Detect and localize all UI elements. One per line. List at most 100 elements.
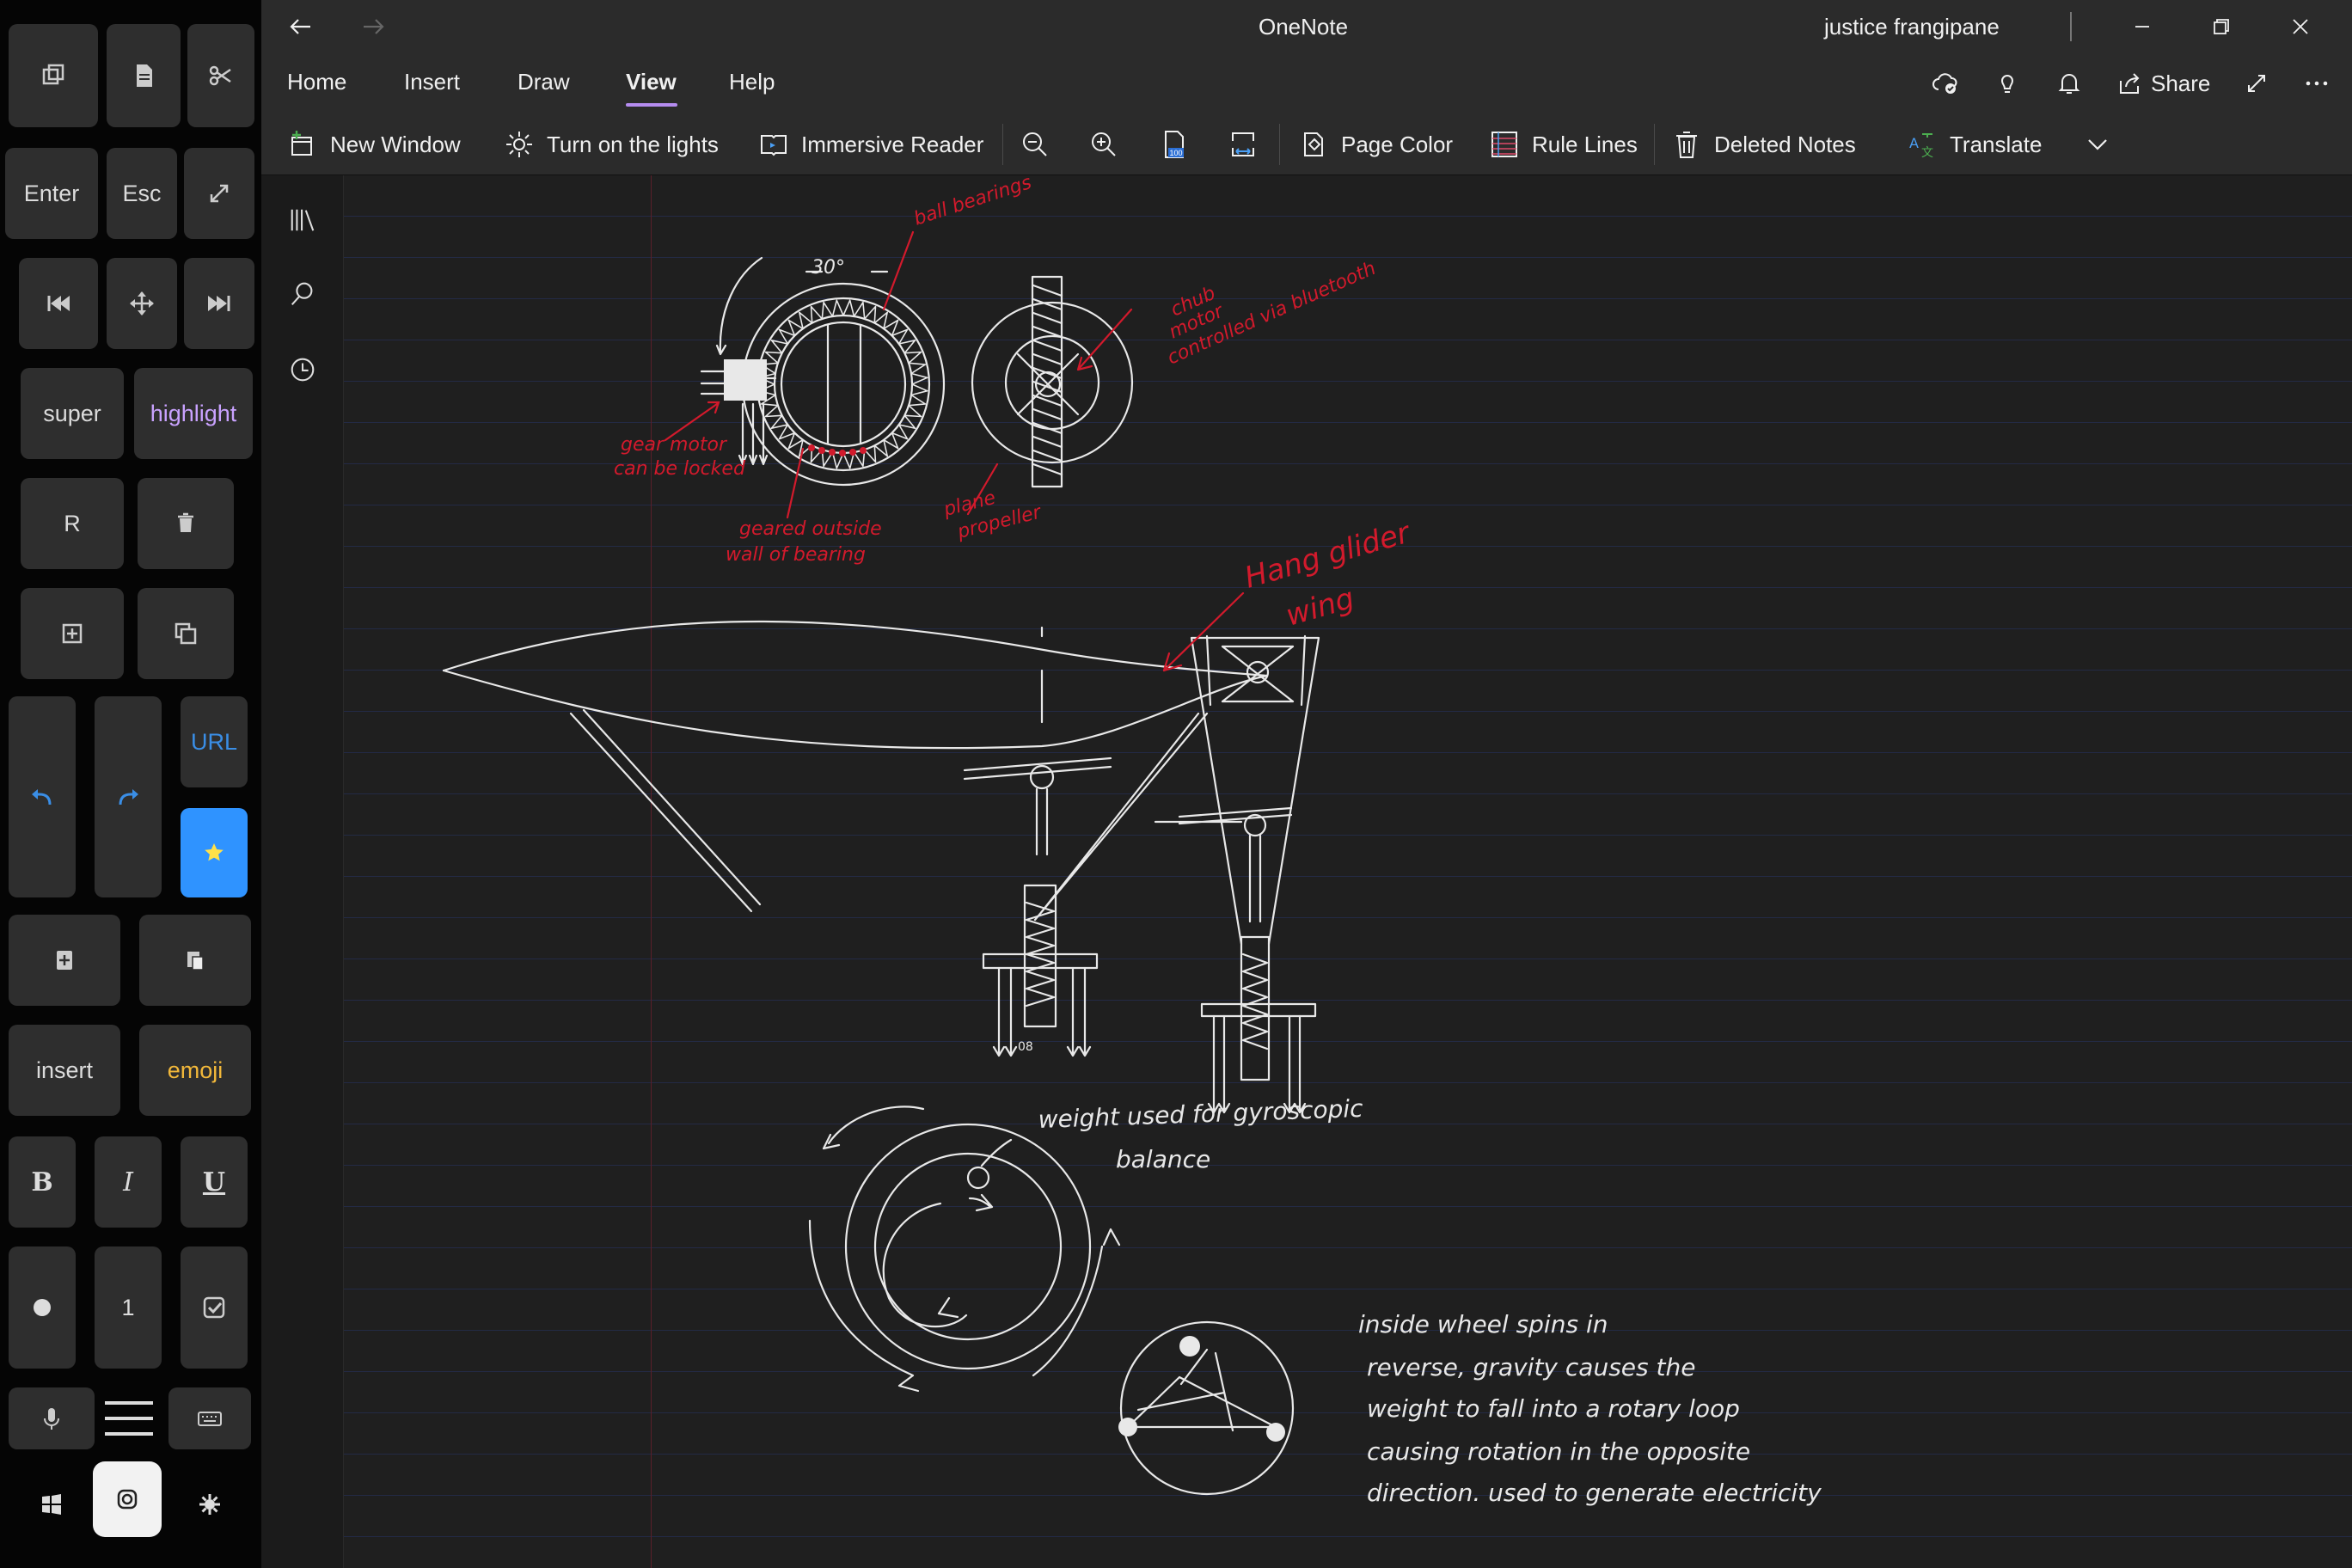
add-box-key[interactable] xyxy=(21,588,124,679)
paste-key[interactable] xyxy=(139,915,251,1006)
undo-icon xyxy=(32,789,52,805)
italic-key[interactable]: I xyxy=(95,1136,162,1228)
star-key[interactable] xyxy=(181,808,248,897)
user-name[interactable]: justice frangipane xyxy=(1824,14,2000,40)
document-icon xyxy=(137,64,152,87)
back-button[interactable] xyxy=(284,10,318,43)
camera-key[interactable] xyxy=(93,1461,162,1537)
settings-key[interactable] xyxy=(175,1470,244,1539)
gear-icon xyxy=(199,1494,220,1515)
zoom-100-button[interactable]: 100 xyxy=(1159,113,1190,175)
numbered-key[interactable]: 1 xyxy=(95,1246,162,1369)
prev-track-key[interactable] xyxy=(19,258,98,349)
microphone-icon xyxy=(44,1408,59,1430)
title-bar: OneNote justice frangipane xyxy=(261,0,2352,53)
underline-key[interactable]: U xyxy=(181,1136,248,1228)
view-ribbon: New Window Turn on the lights Immersive … xyxy=(261,113,2352,175)
library-icon xyxy=(291,209,315,231)
cloud-sync-icon xyxy=(1932,73,1957,94)
rule-lines-icon xyxy=(1491,132,1517,157)
share-icon xyxy=(2120,73,2140,94)
esc-key[interactable]: Esc xyxy=(107,148,177,239)
page-width-button[interactable] xyxy=(1228,113,1259,175)
hamburger-icon xyxy=(105,1401,153,1436)
restore-button[interactable] xyxy=(2204,10,2239,43)
trash-icon xyxy=(178,512,193,532)
tab-home[interactable]: Home xyxy=(287,69,346,95)
trash-can-icon xyxy=(1676,132,1697,158)
highlight-key[interactable]: highlight xyxy=(134,368,253,459)
tips-button[interactable] xyxy=(1989,65,2025,101)
page-color-label: Page Color xyxy=(1341,131,1454,157)
tab-view[interactable]: View xyxy=(626,69,677,95)
tab-help[interactable]: Help xyxy=(729,69,775,95)
sync-status-button[interactable] xyxy=(1927,65,1963,101)
note-canvas[interactable] xyxy=(344,175,2352,1568)
insert-key[interactable]: insert xyxy=(9,1025,120,1116)
window-icon-key[interactable] xyxy=(9,24,98,127)
fullscreen-button[interactable] xyxy=(2239,65,2275,101)
url-key[interactable]: URL xyxy=(181,696,248,787)
enter-key[interactable]: Enter xyxy=(5,148,98,239)
windows-key[interactable] xyxy=(17,1470,86,1539)
forward-button[interactable] xyxy=(356,10,390,43)
arrow-right-icon xyxy=(364,19,384,34)
immersive-reader-label: Immersive Reader xyxy=(801,131,984,157)
bell-icon xyxy=(2058,74,2080,94)
mic-key[interactable] xyxy=(9,1387,95,1449)
menu-key[interactable] xyxy=(98,1387,160,1449)
lightbulb-icon xyxy=(2000,75,2014,93)
next-track-key[interactable] xyxy=(184,258,254,349)
app-title: OneNote xyxy=(1259,14,1349,40)
zoom-in-icon xyxy=(1092,132,1116,156)
expand-key[interactable] xyxy=(184,148,254,239)
keyboard-key[interactable] xyxy=(168,1387,251,1449)
notebooks-button[interactable] xyxy=(280,198,325,242)
immersive-reader-button[interactable]: Immersive Reader xyxy=(758,113,983,175)
bold-key[interactable]: B xyxy=(9,1136,76,1228)
translate-label: Translate xyxy=(1950,131,2043,157)
redo-key[interactable] xyxy=(95,696,162,897)
new-window-label: New Window xyxy=(330,131,461,157)
close-button[interactable] xyxy=(2283,10,2318,43)
lights-button[interactable]: Turn on the lights xyxy=(504,113,719,175)
camera-icon xyxy=(117,1489,138,1510)
redo-icon xyxy=(119,789,138,805)
rule-lines-button[interactable]: Rule Lines xyxy=(1489,113,1638,175)
checkbox-key[interactable] xyxy=(181,1246,248,1369)
notifications-button[interactable] xyxy=(2051,65,2087,101)
keyboard-icon xyxy=(198,1412,222,1426)
ribbon-more-button[interactable] xyxy=(2082,113,2113,175)
zoom-in-button[interactable] xyxy=(1088,113,1119,175)
undo-key[interactable] xyxy=(9,696,76,897)
deleted-notes-button[interactable]: Deleted Notes xyxy=(1671,113,1856,175)
r-key[interactable]: R xyxy=(21,478,124,569)
bullet-icon xyxy=(34,1299,51,1316)
recent-notes-button[interactable] xyxy=(280,347,325,392)
move-key[interactable] xyxy=(107,258,177,349)
tab-draw[interactable]: Draw xyxy=(518,69,570,95)
tab-insert[interactable]: Insert xyxy=(404,69,460,95)
super-key[interactable]: super xyxy=(21,368,124,459)
copy-key[interactable] xyxy=(138,588,234,679)
macro-keypad: Enter Esc super highlight R URL insert e… xyxy=(0,0,261,1568)
bullet-key[interactable] xyxy=(9,1246,76,1369)
svg-text:A: A xyxy=(1909,135,1919,151)
share-icon-wrap[interactable] xyxy=(2111,65,2147,101)
add-page-icon xyxy=(57,951,72,970)
add-page-key[interactable] xyxy=(9,915,120,1006)
document-icon-key[interactable] xyxy=(107,24,181,127)
onenote-window: OneNote justice frangipane Home Insert D… xyxy=(261,0,2352,1568)
zoom-out-button[interactable] xyxy=(1020,113,1050,175)
new-window-button[interactable]: New Window xyxy=(287,113,461,175)
search-button[interactable] xyxy=(280,272,325,316)
page-width-icon xyxy=(1232,132,1254,156)
share-button[interactable]: Share xyxy=(2151,70,2210,97)
minimize-button[interactable] xyxy=(2125,10,2159,43)
scissors-key[interactable] xyxy=(187,24,254,127)
more-options-button[interactable] xyxy=(2299,65,2335,101)
page-color-button[interactable]: Page Color xyxy=(1298,113,1453,175)
emoji-key[interactable]: emoji xyxy=(139,1025,251,1116)
trash-key[interactable] xyxy=(138,478,234,569)
translate-button[interactable]: A文 Translate xyxy=(1907,113,2042,175)
